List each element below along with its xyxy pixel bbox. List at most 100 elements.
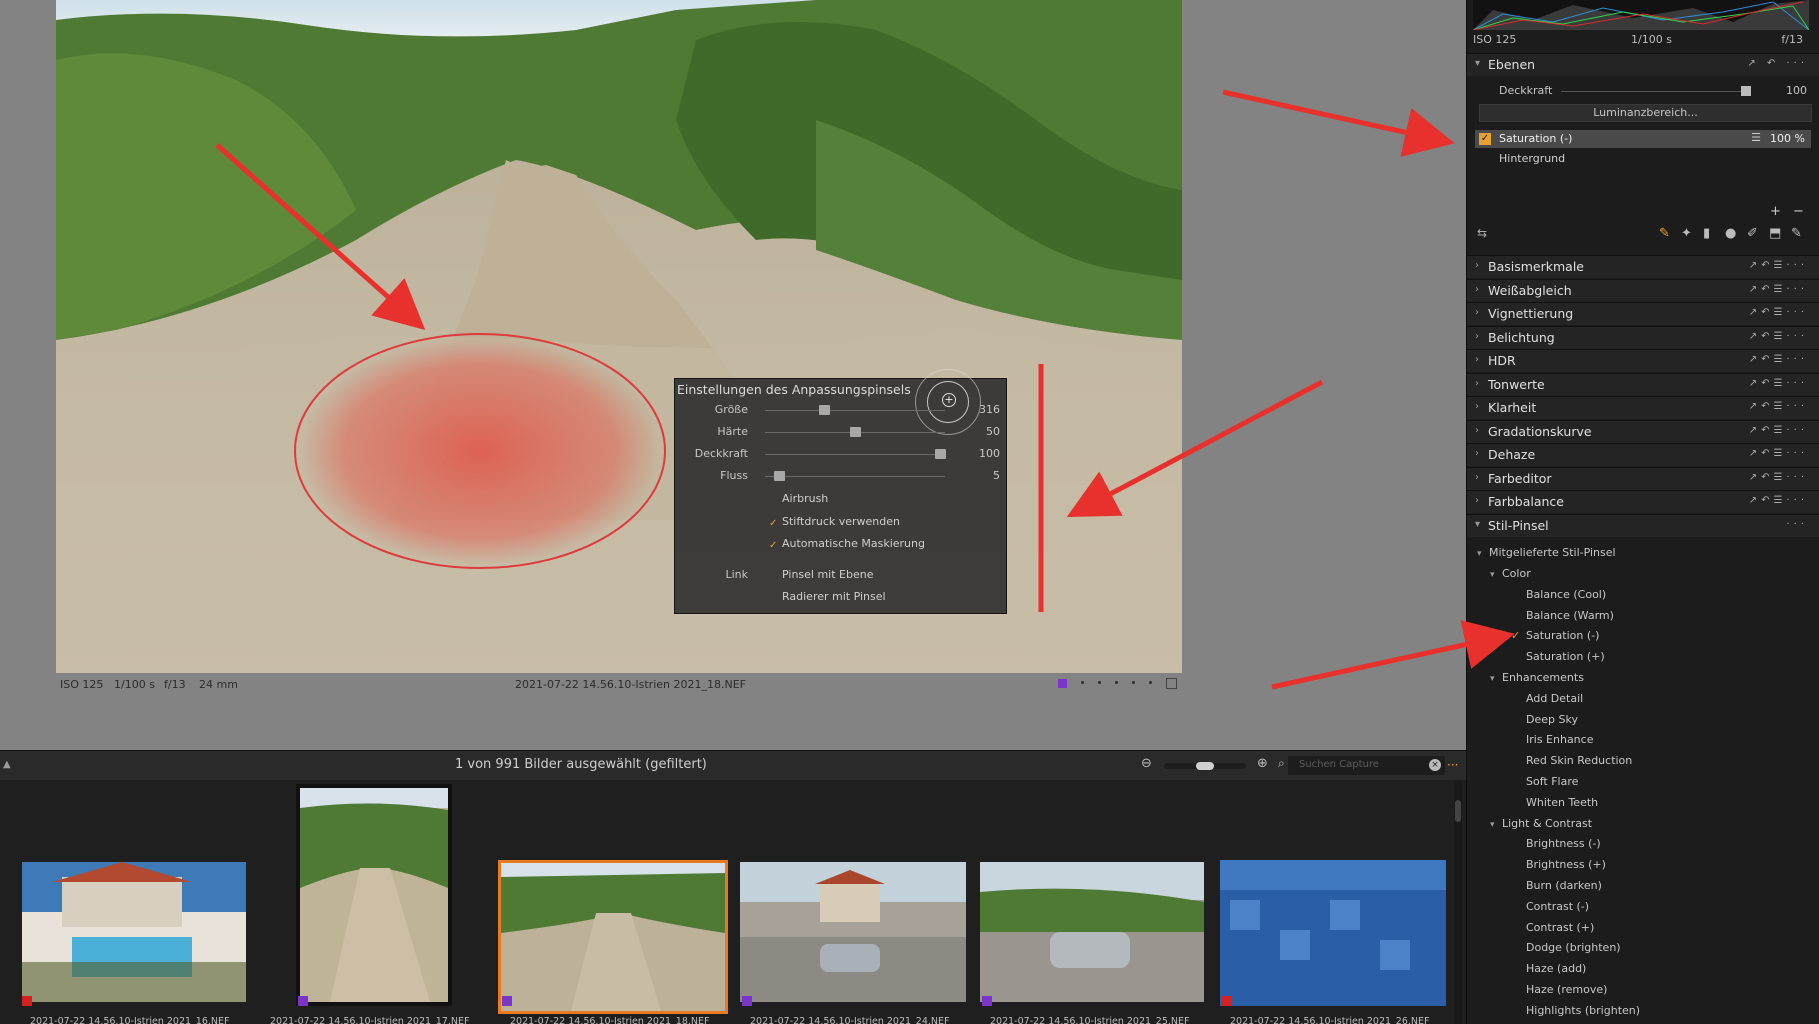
opacity-slider[interactable] bbox=[765, 449, 946, 459]
chevron-right-icon[interactable]: › bbox=[1475, 472, 1479, 483]
size-slider[interactable] bbox=[765, 405, 945, 415]
section-tools-icons[interactable]: ↗↶☰··· bbox=[1749, 260, 1808, 271]
section-style-brushes[interactable]: ▾ Stil-Pinsel ··· bbox=[1467, 514, 1819, 537]
pager-dot[interactable] bbox=[1149, 681, 1152, 684]
size-slider-thumb[interactable] bbox=[819, 405, 831, 415]
section-layers[interactable]: ▾ Ebenen ↗ ↶ ··· bbox=[1467, 53, 1819, 76]
section-6[interactable]: › Tonwerte ↗↶☰··· bbox=[1467, 372, 1819, 396]
style-brush-item[interactable]: Red Skin Reduction bbox=[1526, 754, 1632, 767]
style-brush-item[interactable]: Add Detail bbox=[1526, 692, 1583, 705]
color-tag[interactable] bbox=[298, 996, 308, 1006]
radial-mask-icon[interactable]: ● bbox=[1725, 226, 1736, 241]
chevron-right-icon[interactable]: › bbox=[1475, 401, 1479, 412]
luminance-range-button[interactable]: Luminanzbereich... bbox=[1479, 104, 1812, 122]
thumbnail-17[interactable] bbox=[296, 784, 452, 1006]
section-tools-icons[interactable]: ↗↶☰··· bbox=[1749, 448, 1808, 459]
pager-dot[interactable] bbox=[1115, 681, 1118, 684]
style-root[interactable]: Mitgelieferte Stil-Pinsel bbox=[1489, 546, 1616, 559]
style-brush-item[interactable]: Brightness (-) bbox=[1526, 837, 1601, 850]
zoom-in-icon[interactable]: ⊕ bbox=[1257, 756, 1268, 771]
section-4[interactable]: › Belichtung ↗↶☰··· bbox=[1467, 325, 1819, 349]
chevron-down-icon[interactable]: ▾ bbox=[1490, 820, 1495, 830]
image-viewer[interactable]: ISO 125 1/100 s f/13 24 mm 2021-07-22 14… bbox=[0, 0, 1466, 750]
hardness-slider[interactable] bbox=[765, 427, 945, 437]
style-brush-item[interactable]: Contrast (-) bbox=[1526, 900, 1589, 913]
section-5[interactable]: › HDR ↗↶☰··· bbox=[1467, 349, 1819, 372]
chevron-down-icon[interactable]: ▾ bbox=[1490, 570, 1495, 580]
chevron-down-icon[interactable]: ▾ bbox=[1490, 674, 1495, 684]
section-10[interactable]: › Farbeditor ↗↶☰··· bbox=[1467, 466, 1819, 490]
zoom-out-icon[interactable]: ⊖ bbox=[1141, 756, 1152, 771]
eraser-with-brush-checkbox[interactable] bbox=[769, 594, 778, 603]
clear-search-icon[interactable]: × bbox=[1429, 759, 1441, 771]
style-brush-item[interactable]: Highlights (brighten) bbox=[1526, 1004, 1640, 1017]
layer-row-background[interactable]: Hintergrund bbox=[1475, 150, 1811, 168]
section-2[interactable]: › Weißabgleich ↗↶☰··· bbox=[1467, 278, 1819, 302]
chevron-right-icon[interactable]: › bbox=[1475, 354, 1479, 365]
grid-view-icon[interactable] bbox=[1166, 678, 1177, 689]
layer-opacity-thumb[interactable] bbox=[1741, 86, 1751, 96]
section-1[interactable]: › Basismerkmale ↗↶☰··· bbox=[1467, 255, 1819, 278]
clone-icon[interactable]: ⬒ bbox=[1769, 226, 1781, 241]
section-3[interactable]: › Vignettierung ↗↶☰··· bbox=[1467, 302, 1819, 325]
main-photo[interactable] bbox=[56, 0, 1182, 673]
chevron-right-icon[interactable]: › bbox=[1475, 331, 1479, 342]
style-brush-item[interactable]: Dodge (brighten) bbox=[1526, 941, 1621, 954]
remove-layer-icon[interactable]: − bbox=[1793, 204, 1804, 219]
style-brush-item[interactable]: Haze (remove) bbox=[1526, 983, 1607, 996]
thumbnail-24[interactable] bbox=[740, 862, 966, 1002]
thumbnail-25[interactable] bbox=[980, 862, 1204, 1002]
section-tools-icons[interactable]: ↗↶☰··· bbox=[1749, 425, 1808, 436]
color-tag[interactable] bbox=[502, 996, 512, 1006]
chevron-right-icon[interactable]: › bbox=[1475, 307, 1479, 318]
opacity-value[interactable]: 100 bbox=[960, 447, 1000, 460]
chevron-down-icon[interactable]: ▾ bbox=[1477, 549, 1482, 559]
section-9[interactable]: › Dehaze ↗↶☰··· bbox=[1467, 443, 1819, 466]
color-tag[interactable] bbox=[22, 996, 32, 1006]
chevron-down-icon[interactable]: ▾ bbox=[1475, 58, 1480, 69]
layer-opacity-slider[interactable] bbox=[1561, 86, 1751, 96]
chevron-right-icon[interactable]: › bbox=[1475, 425, 1479, 436]
style-brush-item[interactable]: Balance (Cool) bbox=[1526, 588, 1606, 601]
search-input[interactable]: Suchen Capture × bbox=[1288, 756, 1445, 775]
chevron-down-icon[interactable]: ▾ bbox=[1475, 519, 1480, 530]
color-tag[interactable] bbox=[742, 996, 752, 1006]
pager-active-indicator[interactable] bbox=[1058, 679, 1067, 688]
style-brush-item[interactable]: Contrast (+) bbox=[1526, 921, 1594, 934]
style-brush-item[interactable]: Saturation (+) bbox=[1526, 650, 1605, 663]
color-tag[interactable] bbox=[1222, 996, 1232, 1006]
opacity-slider-thumb[interactable] bbox=[935, 449, 946, 459]
size-value[interactable]: 316 bbox=[960, 403, 1000, 416]
style-brush-item[interactable]: Burn (darken) bbox=[1526, 879, 1602, 892]
search-icon[interactable]: ⌕ bbox=[1278, 756, 1285, 771]
auto-mask-checkbox[interactable]: ✓ bbox=[769, 541, 778, 551]
collapse-triangle-icon[interactable]: ▲ bbox=[3, 759, 11, 770]
chevron-right-icon[interactable]: › bbox=[1475, 260, 1479, 271]
layer-opacity-value[interactable]: 100 bbox=[1786, 84, 1807, 97]
thumbnail-size-slider[interactable] bbox=[1164, 762, 1246, 770]
eraser-icon[interactable]: ✎ bbox=[1791, 226, 1802, 241]
brush-tool-icon[interactable]: ✎ bbox=[1659, 226, 1670, 241]
color-tag[interactable] bbox=[982, 996, 992, 1006]
section-tools-icons[interactable]: ↗↶☰··· bbox=[1749, 495, 1808, 506]
style-brush-item[interactable]: Iris Enhance bbox=[1526, 733, 1593, 746]
flow-slider-thumb[interactable] bbox=[773, 471, 785, 481]
section-tools-icons[interactable]: ↗↶☰··· bbox=[1749, 284, 1808, 295]
style-brush-item[interactable]: Brightness (+) bbox=[1526, 858, 1606, 871]
pager-dot[interactable] bbox=[1081, 681, 1084, 684]
chevron-right-icon[interactable]: › bbox=[1475, 284, 1479, 295]
style-group[interactable]: Color bbox=[1502, 567, 1531, 580]
section-tools-icons[interactable]: ↗ ↶ ··· bbox=[1747, 58, 1808, 69]
section-more-icon[interactable]: ··· bbox=[1786, 519, 1808, 530]
section-tools-icons[interactable]: ↗↶☰··· bbox=[1749, 331, 1808, 342]
section-tools-icons[interactable]: ↗↶☰··· bbox=[1749, 354, 1808, 365]
filmstrip-scrollbar[interactable] bbox=[1454, 780, 1462, 1024]
style-group[interactable]: Enhancements bbox=[1502, 671, 1584, 684]
flow-slider[interactable] bbox=[765, 471, 945, 481]
gradient-mask-icon[interactable]: ▮ bbox=[1703, 226, 1710, 241]
section-tools-icons[interactable]: ↗↶☰··· bbox=[1749, 307, 1808, 318]
thumbnail-size-thumb[interactable] bbox=[1196, 762, 1214, 770]
chevron-right-icon[interactable]: › bbox=[1475, 448, 1479, 459]
thumbnail-26[interactable] bbox=[1220, 860, 1446, 1006]
layer-row-saturation[interactable]: ✓ Saturation (-) ☰ 100 % bbox=[1475, 130, 1811, 148]
